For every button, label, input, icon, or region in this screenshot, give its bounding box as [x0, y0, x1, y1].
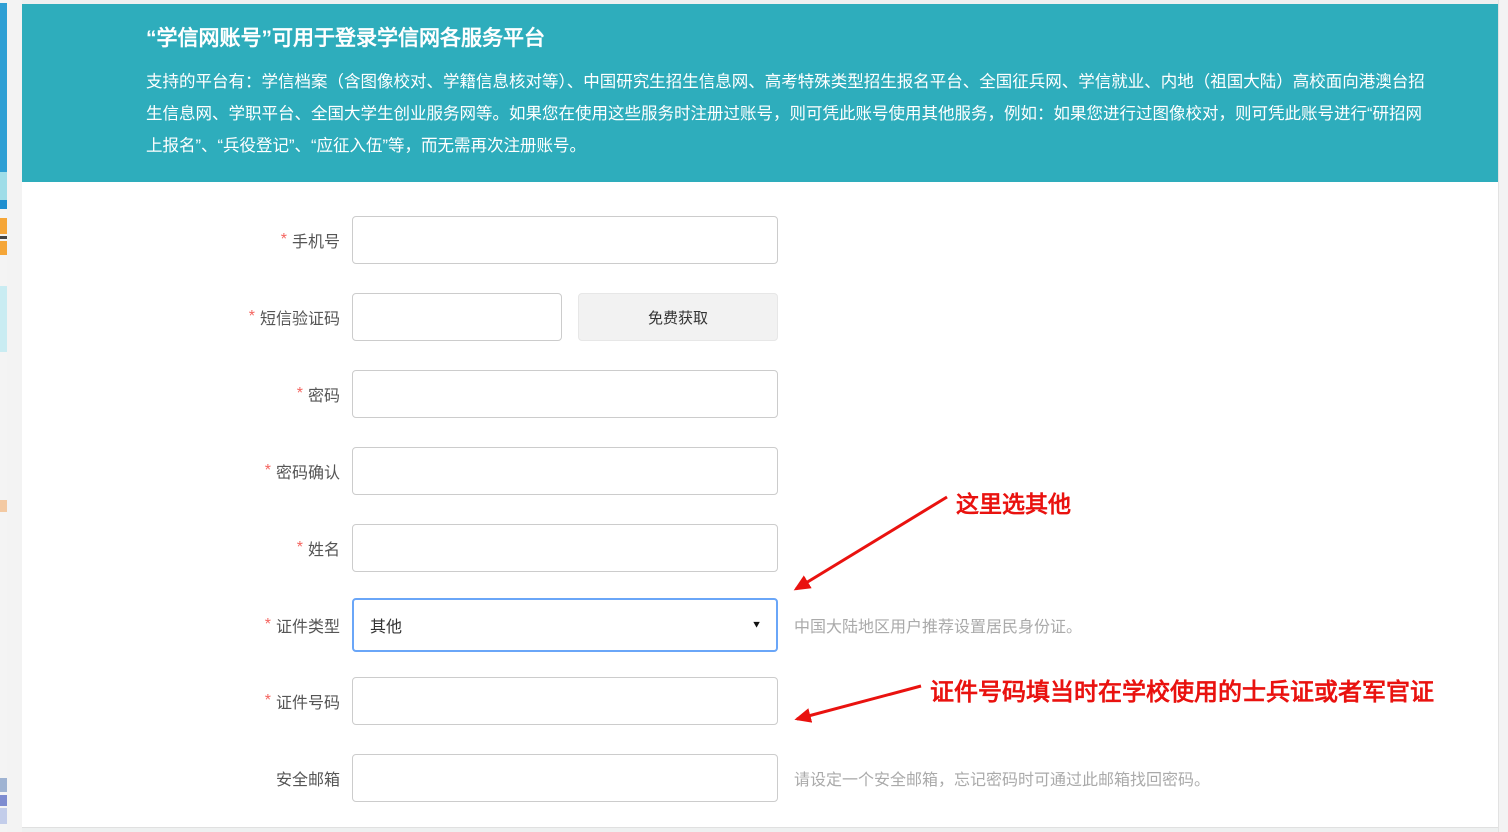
required-asterisk: * — [297, 385, 303, 403]
form-row-email: 安全邮箱 请设定一个安全邮箱，忘记密码时可通过此邮箱找回密码。 — [22, 754, 1498, 802]
form-row-sms-code: * 短信验证码 免费获取 — [22, 293, 1498, 341]
registration-form: * 手机号 * 短信验证码 免费获取 * 密码 * 密 — [22, 182, 1498, 802]
info-banner: “学信网账号”可用于登录学信网各服务平台 支持的平台有：学信档案（含图像校对、学… — [22, 4, 1498, 182]
get-code-button[interactable]: 免费获取 — [578, 293, 778, 341]
required-asterisk: * — [265, 462, 271, 480]
form-row-id-type: * 证件类型 其他 ▼ 中国大陆地区用户推荐设置居民身份证。 — [22, 598, 1498, 652]
email-hint: 请设定一个安全邮箱，忘记密码时可通过此邮箱找回密码。 — [794, 766, 1210, 790]
password-label: * 密码 — [22, 382, 340, 406]
required-asterisk: * — [297, 539, 303, 557]
sms-code-label: * 短信验证码 — [22, 305, 340, 329]
email-label: 安全邮箱 — [22, 766, 340, 790]
phone-input[interactable] — [352, 216, 778, 264]
phone-label: * 手机号 — [22, 228, 340, 252]
background-page-sliver — [0, 0, 7, 832]
required-asterisk: * — [249, 308, 255, 326]
id-type-selected-value: 其他 — [370, 613, 402, 637]
form-row-password: * 密码 — [22, 370, 1498, 418]
id-type-select[interactable]: 其他 ▼ — [352, 598, 778, 652]
password-confirm-input[interactable] — [352, 447, 778, 495]
form-row-phone: * 手机号 — [22, 216, 1498, 264]
annotation-select-other: 这里选其他 — [956, 485, 1071, 519]
id-type-hint: 中国大陆地区用户推荐设置居民身份证。 — [794, 613, 1082, 637]
banner-title: “学信网账号”可用于登录学信网各服务平台 — [146, 24, 1452, 54]
caret-down-icon: ▼ — [751, 620, 762, 631]
password-input[interactable] — [352, 370, 778, 418]
annotation-id-number-note: 证件号码填当时在学校使用的士兵证或者军官证 — [930, 672, 1434, 707]
form-row-password-confirm: * 密码确认 — [22, 447, 1498, 495]
required-asterisk: * — [281, 231, 287, 249]
id-number-input[interactable] — [352, 677, 778, 725]
required-asterisk: * — [265, 616, 271, 634]
banner-description: 支持的平台有：学信档案（含图像校对、学籍信息核对等）、中国研究生招生信息网、高考… — [146, 66, 1438, 162]
email-input[interactable] — [352, 754, 778, 802]
required-asterisk: * — [265, 692, 271, 710]
name-input[interactable] — [352, 524, 778, 572]
right-gutter — [1498, 0, 1508, 832]
id-number-label: * 证件号码 — [22, 689, 340, 713]
sms-code-input[interactable] — [352, 293, 562, 341]
password-confirm-label: * 密码确认 — [22, 459, 340, 483]
left-gutter — [7, 0, 22, 832]
form-row-name: * 姓名 — [22, 524, 1498, 572]
name-label: * 姓名 — [22, 536, 340, 560]
id-type-label: * 证件类型 — [22, 613, 340, 637]
